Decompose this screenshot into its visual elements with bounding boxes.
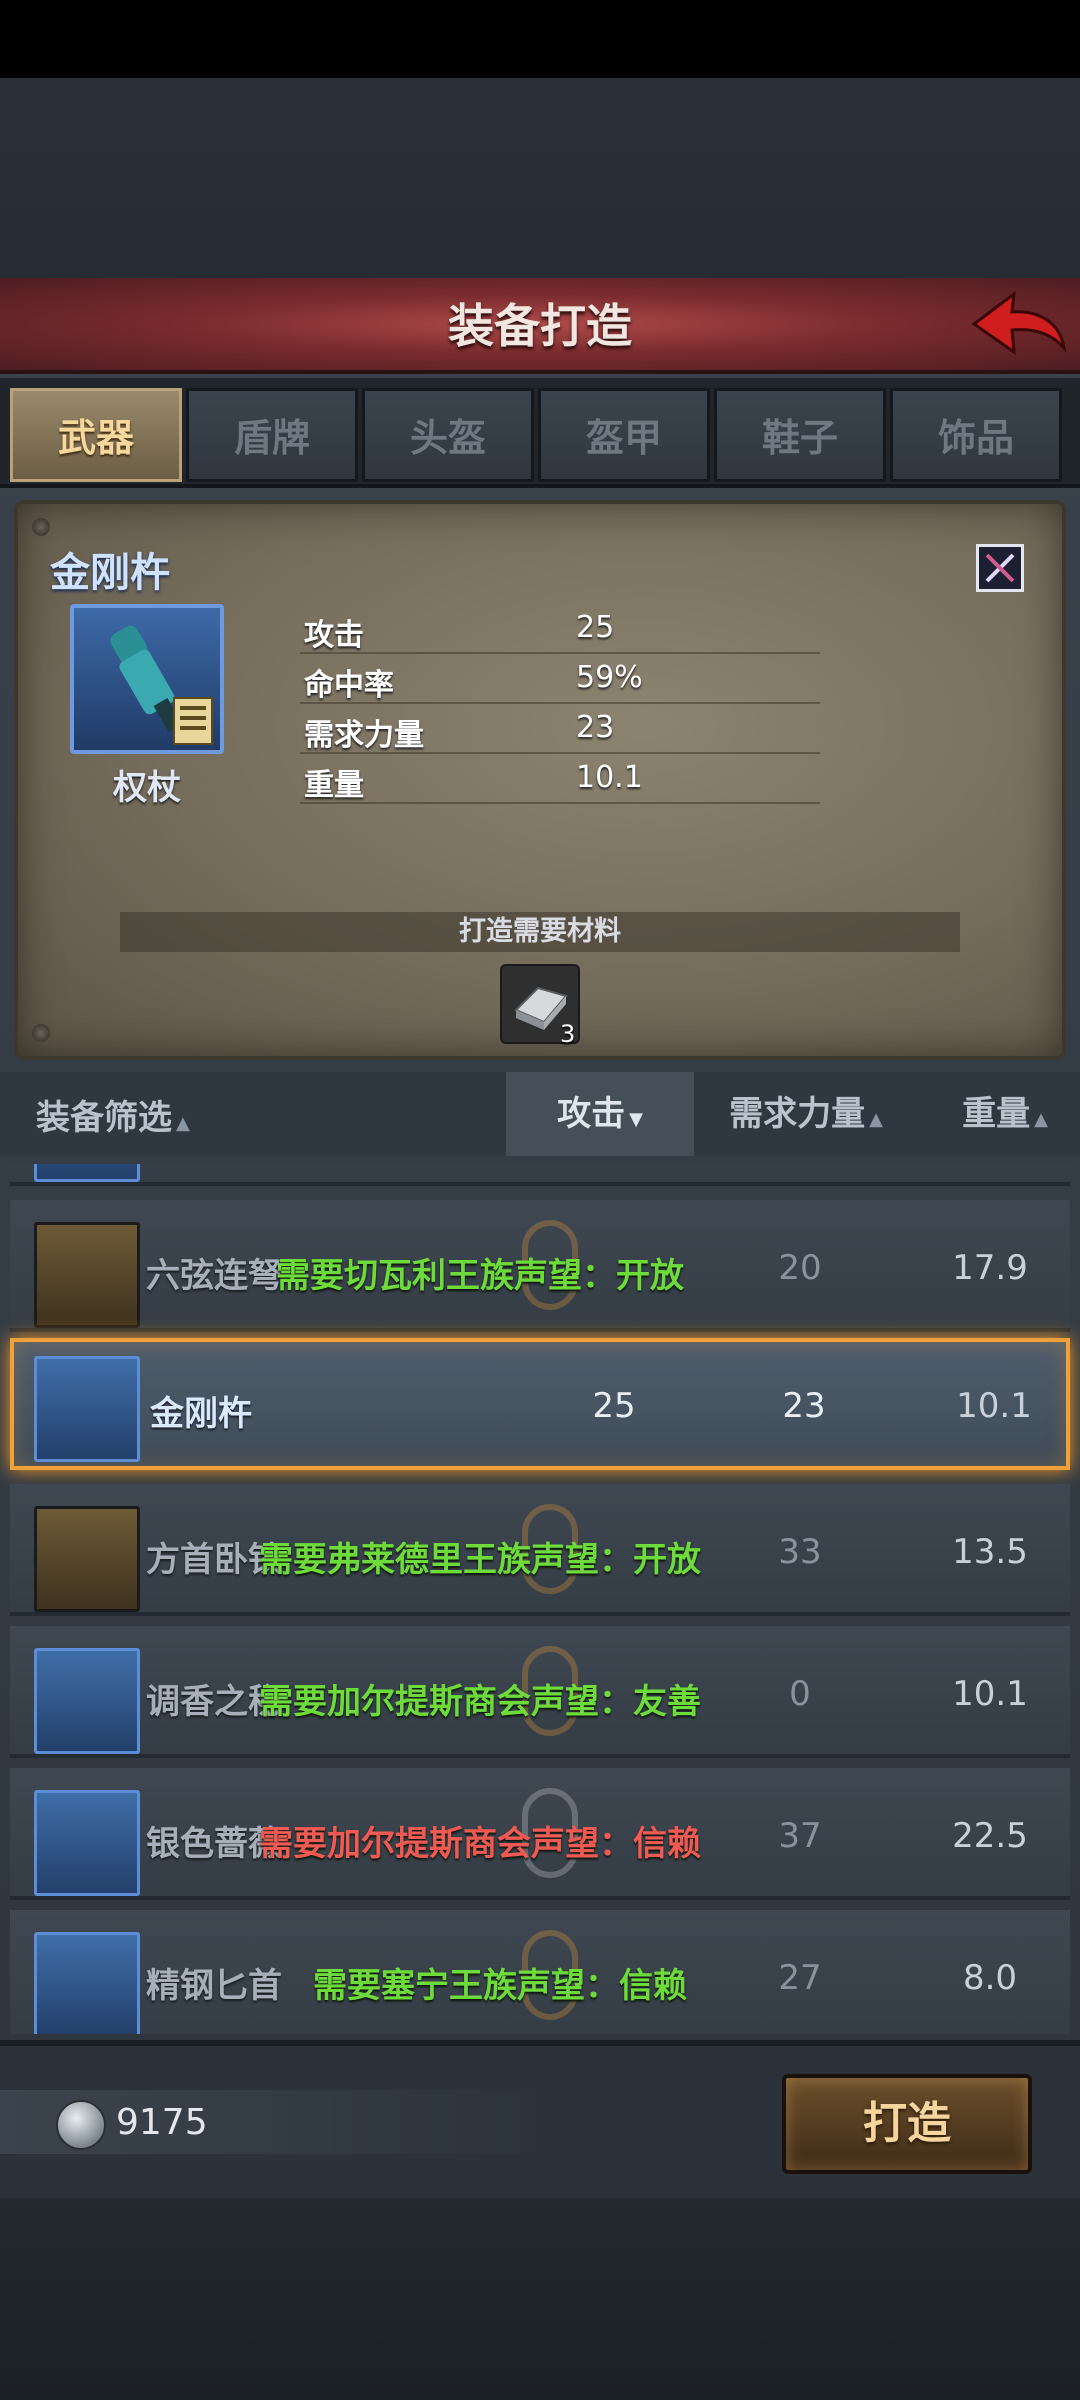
tab-accessories[interactable]: 饰品	[890, 388, 1062, 482]
material-count: 3	[560, 1020, 576, 1048]
potion-icon	[34, 1648, 140, 1754]
item-name: 金刚杵	[50, 550, 170, 596]
list-item[interactable]: 调香之秘 需要加尔提斯商会声望：友善 0 10.1	[10, 1626, 1070, 1758]
rivet-icon	[32, 518, 50, 536]
stat-row-accuracy: 命中率 59%	[300, 654, 820, 704]
tab-helmets[interactable]: 头盔	[362, 388, 534, 482]
weight-value: 8.0	[962, 1958, 1018, 1998]
stat-row-weight: 重量 10.1	[300, 754, 820, 804]
crossbow-icon	[34, 1222, 140, 1328]
item-info-icon[interactable]	[976, 544, 1024, 592]
tab-boots[interactable]: 鞋子	[714, 388, 886, 482]
list-item-selected[interactable]: 金刚杵 25 23 10.1	[10, 1338, 1070, 1470]
stat-label: 重量	[304, 768, 364, 803]
page-title: 装备打造	[448, 299, 632, 353]
sort-strength-button[interactable]: 需求力量 ▲	[716, 1072, 896, 1156]
list-item[interactable]: 银色蔷薇 需要加尔提斯商会声望：信赖 37 22.5	[10, 1768, 1070, 1900]
status-bar-area	[0, 0, 1080, 78]
weight-value: 22.5	[952, 1816, 1028, 1856]
sort-attack-label: 攻击	[557, 1094, 626, 1134]
category-tabs: 武器 盾牌 头盔 盔甲 鞋子 饰品	[0, 378, 1080, 488]
stat-row-strength: 需求力量 23	[300, 704, 820, 754]
reputation-requirement: 需要塞宁王族声望：信赖	[313, 1966, 687, 2006]
vajra-icon	[34, 1356, 140, 1462]
rose-weapon-icon	[34, 1790, 140, 1896]
title-bar: 装备打造	[0, 278, 1080, 374]
item-icon	[70, 604, 224, 754]
stat-value: 23	[576, 710, 615, 745]
crossed-weapons-icon	[985, 553, 1015, 583]
coin-balance: 9175	[116, 2102, 208, 2143]
vajra-icon	[110, 625, 213, 745]
top-background	[0, 78, 1080, 278]
stat-label: 需求力量	[304, 718, 424, 753]
reputation-requirement: 需要加尔提斯商会声望：友善	[259, 1682, 701, 1722]
sort-weight-label: 重量	[962, 1094, 1031, 1134]
back-arrow-icon	[971, 290, 1067, 356]
strength-value: 27	[778, 1958, 822, 1998]
strength-value: 23	[782, 1386, 826, 1426]
reputation-requirement: 需要弗莱德里王族声望：开放	[259, 1540, 701, 1580]
weight-value: 13.5	[952, 1532, 1028, 1572]
item-icon	[34, 1164, 140, 1182]
stat-value: 59%	[576, 660, 643, 695]
list-item[interactable]: 精钢匕首 需要塞宁王族声望：信赖 27 8.0	[10, 1910, 1070, 2034]
sort-up-icon: ▲	[1034, 1109, 1048, 1130]
tab-armor[interactable]: 盔甲	[538, 388, 710, 482]
weight-value: 17.9	[952, 1248, 1028, 1288]
sort-down-icon: ▼	[629, 1109, 643, 1130]
bottom-background	[0, 2198, 1080, 2400]
hammer-icon	[34, 1506, 140, 1612]
back-button[interactable]	[968, 288, 1068, 364]
item-name: 金刚杵	[150, 1394, 252, 1434]
equipment-list[interactable]: 六弦连弩 需要切瓦利王族声望：开放 20 17.9 金刚杵 25 23 10.1…	[0, 1164, 1080, 2034]
reputation-requirement: 需要加尔提斯商会声望：信赖	[259, 1824, 701, 1864]
stat-value: 10.1	[576, 760, 643, 795]
list-item-partial[interactable]	[10, 1164, 1070, 1186]
tab-shields[interactable]: 盾牌	[186, 388, 358, 482]
weight-value: 10.1	[956, 1386, 1032, 1426]
attack-value: 25	[592, 1386, 636, 1426]
materials-label: 打造需要材料	[120, 912, 960, 952]
list-item[interactable]: 方首卧铁 需要弗莱德里王族声望：开放 33 13.5	[10, 1484, 1070, 1616]
strength-value: 0	[789, 1674, 811, 1714]
strength-value: 33	[778, 1532, 822, 1572]
rivet-icon	[32, 1024, 50, 1042]
sort-up-icon: ▲	[176, 1113, 190, 1134]
dagger-icon	[34, 1932, 140, 2034]
sort-attack-button[interactable]: 攻击 ▼	[506, 1072, 694, 1156]
stat-label: 攻击	[304, 618, 364, 653]
filter-button[interactable]: 装备筛选 ▲	[36, 1090, 190, 1139]
strength-value: 37	[778, 1816, 822, 1856]
filter-label: 装备筛选	[36, 1098, 172, 1138]
sort-weight-button[interactable]: 重量 ▲	[940, 1072, 1070, 1156]
list-item[interactable]: 六弦连弩 需要切瓦利王族声望：开放 20 17.9	[10, 1200, 1070, 1332]
stat-value: 25	[576, 610, 615, 645]
item-type: 权杖	[113, 768, 181, 808]
stat-row-attack: 攻击 25	[300, 604, 820, 654]
tab-weapons[interactable]: 武器	[10, 388, 182, 482]
reputation-requirement: 需要切瓦利王族声望：开放	[276, 1256, 684, 1296]
silver-coin-icon	[56, 2100, 106, 2150]
craft-button[interactable]: 打造	[782, 2074, 1032, 2174]
weight-value: 10.1	[952, 1674, 1028, 1714]
sort-strength-label: 需求力量	[729, 1094, 866, 1134]
strength-value: 20	[778, 1248, 822, 1288]
stat-label: 命中率	[304, 668, 394, 703]
sort-up-icon: ▲	[869, 1109, 883, 1130]
